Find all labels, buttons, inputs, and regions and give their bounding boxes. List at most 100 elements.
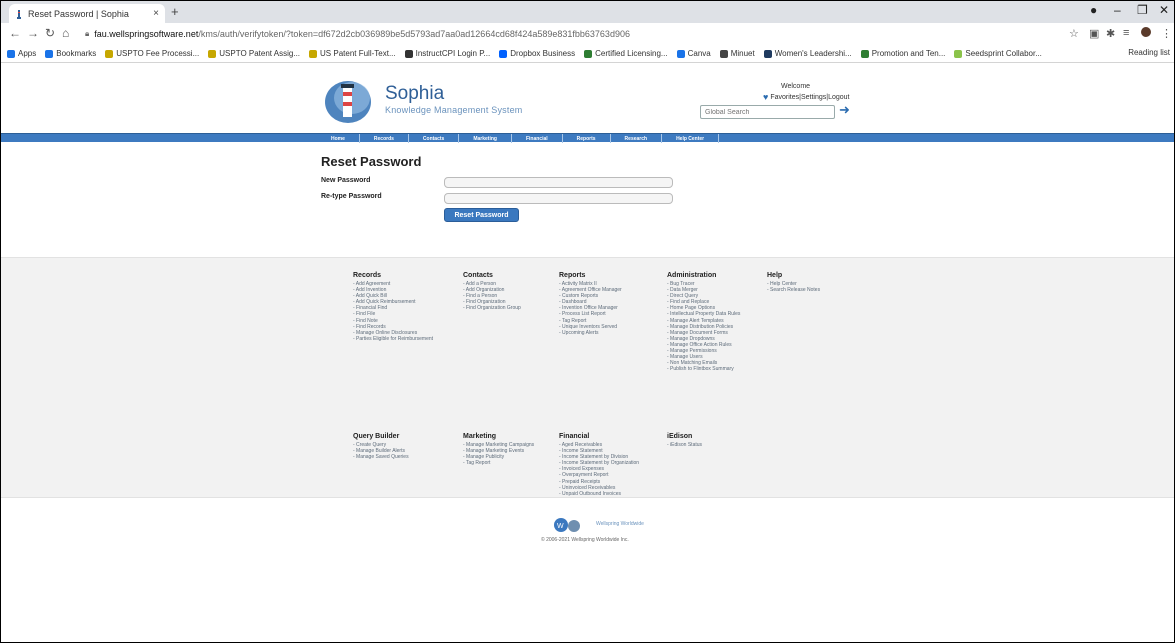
puzzle-icon[interactable]: ✱ bbox=[1106, 27, 1115, 40]
bookmark-label: USPTO Fee Processi... bbox=[116, 49, 200, 58]
nav-item-marketing[interactable]: Marketing bbox=[459, 134, 512, 143]
footer-column: Marketing - Manage Marketing Campaigns - M… bbox=[463, 433, 534, 466]
brand-name[interactable]: Sophia bbox=[385, 83, 444, 105]
bookmark-label: Certified Licensing... bbox=[595, 49, 668, 58]
footer-link[interactable]: - Search Release Notes bbox=[767, 287, 820, 293]
browser-tab[interactable]: Reset Password | Sophia × bbox=[9, 4, 165, 23]
footer-link[interactable]: - Publish to Flintbox Summary bbox=[667, 366, 740, 372]
retype-password-label: Re-type Password bbox=[321, 193, 382, 200]
search-arrow-icon[interactable]: ➜ bbox=[839, 102, 850, 118]
footer-link[interactable]: - Upcoming Alerts bbox=[559, 330, 622, 336]
nav-item-home[interactable]: Home bbox=[317, 134, 360, 143]
minimize-icon[interactable]: – bbox=[1114, 3, 1121, 17]
bookmark-label: Apps bbox=[18, 49, 37, 58]
browser-window: Reset Password | Sophia × + ● – ❐ ✕ ← → … bbox=[0, 0, 1175, 643]
bookmark-favicon-icon bbox=[7, 49, 15, 58]
footer-link[interactable]: - Parties Eligible for Reimbursement bbox=[353, 336, 433, 342]
footer-sitemap: Records - Add Agreement - Add Invention - A… bbox=[1, 257, 1174, 498]
bookmark-item[interactable]: Seedsprint Collabor... bbox=[954, 49, 1042, 58]
new-password-label: New Password bbox=[321, 177, 371, 184]
bookmark-favicon-icon bbox=[45, 49, 54, 58]
footer-heading: Query Builder bbox=[353, 433, 400, 440]
lighthouse-logo-icon[interactable] bbox=[324, 78, 378, 124]
footer-link[interactable]: - Manage Distribution Policies bbox=[667, 324, 740, 330]
footer-link[interactable]: - Manage Saved Queries bbox=[353, 454, 409, 460]
bookmark-item[interactable]: Certified Licensing... bbox=[584, 49, 668, 58]
bookmark-favicon-icon bbox=[208, 49, 217, 58]
media-icon[interactable]: ≡ bbox=[1123, 27, 1129, 39]
bookmark-item[interactable]: US Patent Full-Text... bbox=[309, 49, 396, 58]
bookmark-item[interactable]: USPTO Patent Assig... bbox=[208, 49, 300, 58]
nav-item-reports[interactable]: Reports bbox=[563, 134, 611, 143]
nav-item-records[interactable]: Records bbox=[360, 134, 409, 143]
bookmark-item[interactable]: Apps bbox=[7, 49, 36, 58]
footer-heading: Marketing bbox=[463, 433, 497, 440]
bookmark-item[interactable]: Bookmarks bbox=[45, 49, 96, 58]
settings-link[interactable]: Settings bbox=[801, 94, 826, 101]
main-nav: Home Records Contacts Marketing Financial Rep… bbox=[1, 133, 1174, 143]
bookmark-label: Promotion and Ten... bbox=[871, 49, 946, 58]
logout-link[interactable]: Logout bbox=[828, 94, 849, 101]
bookmark-label: Women's Leadershi... bbox=[774, 49, 852, 58]
bookmark-item[interactable]: USPTO Fee Processi... bbox=[105, 49, 199, 58]
bookmark-favicon-icon bbox=[763, 49, 772, 58]
forward-icon[interactable]: → bbox=[27, 26, 39, 40]
footer-link[interactable]: - Intellectual Property Data Rules bbox=[667, 311, 740, 317]
nav-item-help-center[interactable]: Help Center bbox=[662, 134, 720, 143]
avatar[interactable] bbox=[1141, 27, 1151, 40]
nav-item-contacts[interactable]: Contacts bbox=[409, 134, 460, 143]
new-tab-icon[interactable]: + bbox=[171, 4, 179, 19]
bookmark-item[interactable]: Dropbox Business bbox=[499, 49, 575, 58]
footer-link[interactable]: - Tag Report bbox=[463, 460, 534, 466]
footer-link[interactable]: - iEdison Status bbox=[667, 442, 702, 448]
welcome-text: Welcome bbox=[781, 83, 811, 90]
restore-icon[interactable]: ❐ bbox=[1137, 3, 1148, 17]
footer-heading: Help bbox=[767, 272, 783, 279]
bookmark-item[interactable]: Canva bbox=[676, 49, 711, 58]
new-password-field[interactable] bbox=[444, 177, 673, 188]
bookmark-item[interactable]: InstructCPI Login P... bbox=[404, 49, 490, 58]
back-icon[interactable]: ← bbox=[9, 26, 21, 40]
bookmark-favicon-icon bbox=[105, 49, 114, 58]
lighthouse-favicon-icon bbox=[15, 9, 23, 19]
footer-column: Records - Add Agreement - Add Invention - A… bbox=[353, 272, 433, 342]
extension-icon[interactable]: ▣ bbox=[1089, 27, 1099, 40]
footer-heading: Financial bbox=[559, 433, 590, 440]
footer-heading: Administration bbox=[667, 272, 717, 279]
tab-close-icon[interactable]: × bbox=[153, 8, 159, 19]
bookmark-favicon-icon bbox=[584, 49, 593, 58]
bookmark-favicon-icon bbox=[676, 49, 685, 58]
footer-column: Query Builder - Create Query - Manage Buil… bbox=[353, 433, 409, 460]
footer-column: iEdison - iEdison Status bbox=[667, 433, 702, 448]
user-links: ♥ Favorites | Settings | Logout bbox=[763, 92, 850, 102]
nav-item-financial[interactable]: Financial bbox=[512, 134, 563, 143]
bookmark-label: Canva bbox=[687, 49, 711, 58]
footer-link[interactable]: - Unpaid Outbound Invoices bbox=[559, 491, 639, 497]
wellspring-logo-icon: W bbox=[552, 517, 588, 533]
home-icon[interactable]: ⌂ bbox=[62, 26, 69, 40]
favorites-link[interactable]: Favorites bbox=[770, 94, 799, 101]
window-close-icon[interactable]: ✕ bbox=[1159, 3, 1169, 17]
address-bar[interactable]: 🔒︎ fau.wellspringsoftware.net /kms/auth/… bbox=[79, 26, 1054, 42]
url-host: fau.wellspringsoftware.net bbox=[94, 29, 199, 39]
global-search-input[interactable] bbox=[700, 105, 835, 119]
url-path: /kms/auth/verifytoken/?token=df672d2cb03… bbox=[198, 29, 630, 39]
reset-password-button[interactable]: Reset Password bbox=[444, 208, 519, 222]
company-name: Wellspring Worldwide bbox=[596, 521, 644, 527]
browser-toolbar: ← → ↻ ⌂ 🔒︎ fau.wellspringsoftware.net /k… bbox=[1, 23, 1174, 45]
profile-dot-icon[interactable]: ● bbox=[1090, 3, 1097, 17]
bookmark-label: Seedsprint Collabor... bbox=[965, 49, 1042, 58]
bookmark-item[interactable]: Women's Leadershi... bbox=[763, 49, 852, 58]
nav-item-research[interactable]: Research bbox=[611, 134, 663, 143]
footer-link[interactable]: - Unique Inventors Served bbox=[559, 324, 622, 330]
bookmark-item[interactable]: Minuet bbox=[719, 49, 755, 58]
reading-list-link[interactable]: Reading list bbox=[1128, 48, 1170, 57]
footer-link[interactable]: - Find Organization Group bbox=[463, 305, 521, 311]
bookmark-item[interactable]: Promotion and Ten... bbox=[860, 49, 946, 58]
reload-icon[interactable]: ↻ bbox=[45, 26, 55, 40]
menu-icon[interactable]: ⋮ bbox=[1161, 27, 1172, 40]
star-icon[interactable]: ☆ bbox=[1069, 27, 1079, 40]
retype-password-field[interactable] bbox=[444, 193, 673, 204]
bookmark-favicon-icon bbox=[719, 49, 728, 58]
footer-column: Administration - Bug Tracer - Data Merger -… bbox=[667, 272, 740, 372]
